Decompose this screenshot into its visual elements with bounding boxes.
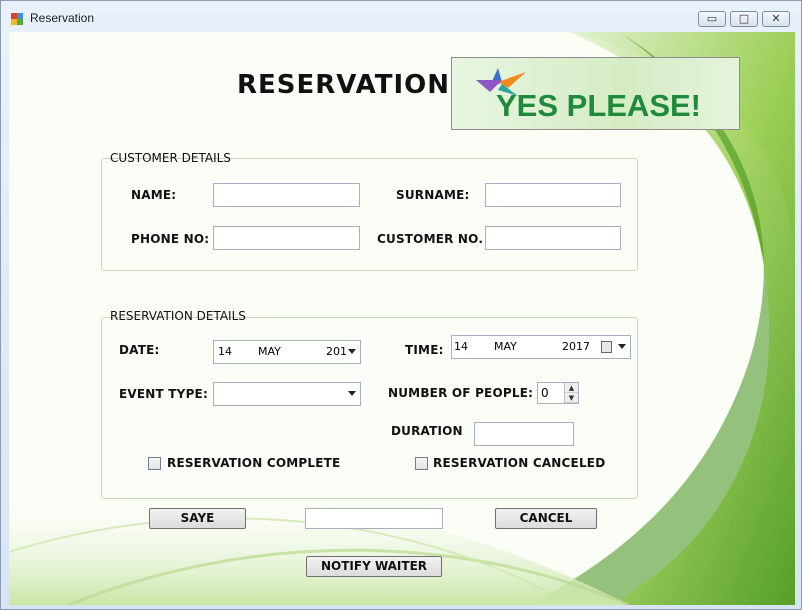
- close-icon: ✕: [771, 12, 781, 25]
- yes-please-logo: YES PLEASE!: [451, 57, 740, 130]
- maximize-button[interactable]: □: [730, 11, 758, 27]
- minimize-icon: ▭: [706, 12, 718, 25]
- date-month: MAY: [258, 345, 281, 358]
- surname-label: SURNAME:: [396, 188, 470, 202]
- name-label: NAME:: [131, 188, 177, 202]
- app-icon: [11, 13, 23, 25]
- reservation-complete-label[interactable]: RESERVATION COMPLETE: [167, 456, 340, 470]
- event-type-select[interactable]: [213, 382, 361, 406]
- time-picker[interactable]: 14 MAY 2017: [451, 335, 631, 359]
- date-year: 201: [326, 345, 347, 358]
- reservation-canceled-label[interactable]: RESERVATION CANCELED: [433, 456, 605, 470]
- reservation-canceled-checkbox[interactable]: [415, 457, 428, 470]
- reservation-window: Reservation ▭ □ ✕ RESERVATION YES PLEASE…: [0, 0, 802, 610]
- customer-details-group: [101, 158, 638, 271]
- status-input[interactable]: [305, 508, 443, 529]
- reservation-complete-checkbox[interactable]: [148, 457, 161, 470]
- time-label: TIME:: [405, 343, 444, 357]
- calendar-icon[interactable]: [601, 341, 612, 353]
- customer-no-input[interactable]: [485, 226, 621, 250]
- stepper-up-icon[interactable]: ▲: [565, 383, 578, 393]
- duration-input[interactable]: [474, 422, 574, 446]
- notify-waiter-button[interactable]: NOTIFY WAITER: [306, 556, 442, 577]
- chevron-down-icon[interactable]: [348, 349, 356, 354]
- date-picker[interactable]: 14 MAY 201: [213, 340, 361, 364]
- maximize-icon: □: [738, 12, 750, 25]
- customer-no-label: CUSTOMER NO.: [377, 232, 484, 246]
- surname-input[interactable]: [485, 183, 621, 207]
- close-button[interactable]: ✕: [762, 11, 790, 27]
- customer-details-title: CUSTOMER DETAILS: [110, 151, 231, 165]
- reservation-details-title: RESERVATION DETAILS: [110, 309, 246, 323]
- time-day: 14: [454, 340, 468, 353]
- phone-label: PHONE NO:: [131, 232, 210, 246]
- cancel-button[interactable]: CANCEL: [495, 508, 597, 529]
- people-label: NUMBER OF PEOPLE:: [388, 386, 534, 400]
- duration-label: DURATION: [391, 424, 463, 438]
- people-stepper[interactable]: 0 ▲ ▼: [537, 382, 579, 404]
- logo-text: YES PLEASE!: [496, 88, 701, 123]
- save-button[interactable]: SAYE: [149, 508, 246, 529]
- name-input[interactable]: [213, 183, 360, 207]
- page-title: RESERVATION: [237, 70, 451, 100]
- minimize-button[interactable]: ▭: [698, 11, 726, 27]
- form-client-area: RESERVATION YES PLEASE! CUSTOMER DETAILS…: [9, 32, 795, 605]
- stepper-down-icon[interactable]: ▼: [565, 393, 578, 403]
- phone-input[interactable]: [213, 226, 360, 250]
- time-month: MAY: [494, 340, 517, 353]
- time-year: 2017: [562, 340, 590, 353]
- chevron-down-icon[interactable]: [618, 344, 626, 349]
- chevron-down-icon[interactable]: [348, 391, 356, 396]
- stepper-buttons[interactable]: ▲ ▼: [564, 383, 578, 403]
- window-title: Reservation: [30, 11, 95, 25]
- people-value: 0: [541, 386, 549, 400]
- title-bar[interactable]: Reservation ▭ □ ✕: [1, 1, 801, 31]
- date-day: 14: [218, 345, 232, 358]
- date-label: DATE:: [119, 343, 160, 357]
- event-type-label: EVENT TYPE:: [119, 387, 208, 401]
